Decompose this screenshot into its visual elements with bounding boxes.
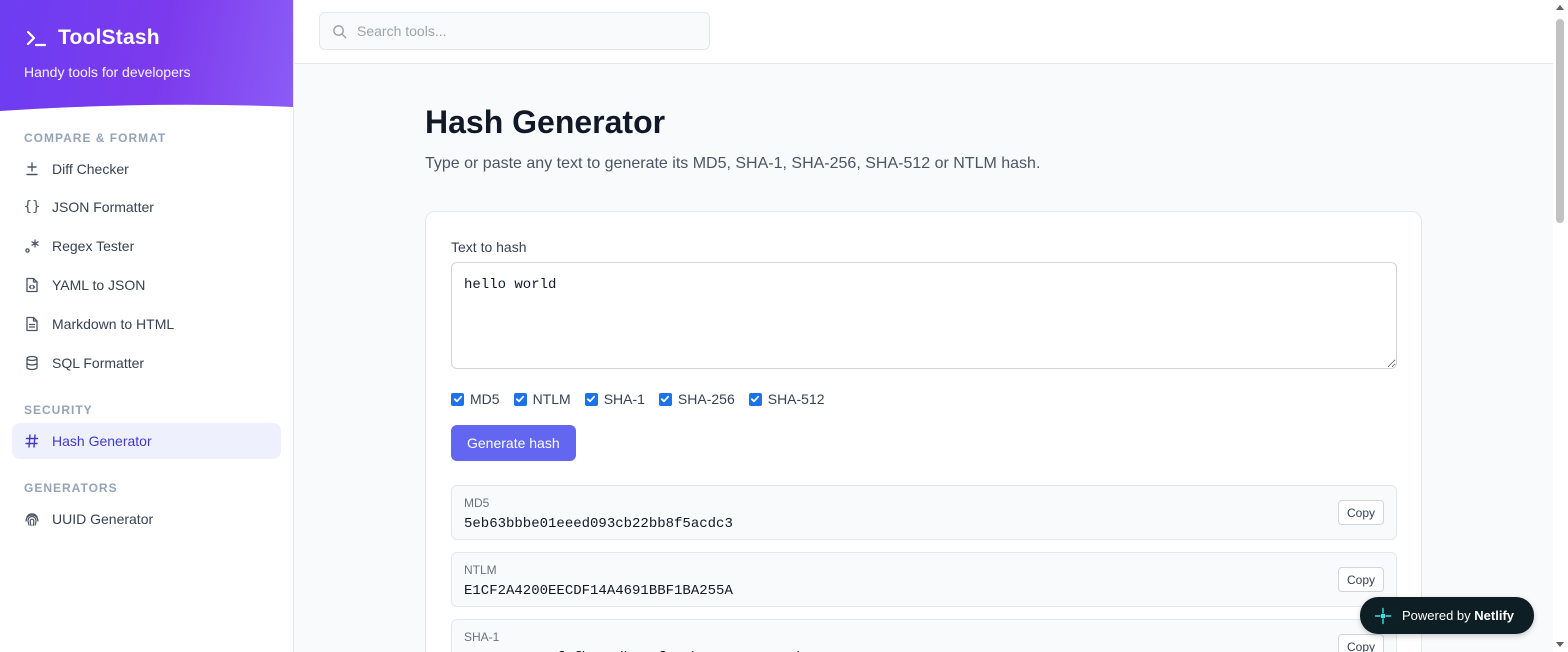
- braces-icon: {}: [23, 199, 41, 215]
- sidebar-item-json-formatter[interactable]: {} JSON Formatter: [12, 189, 281, 225]
- copy-button[interactable]: Copy: [1337, 567, 1384, 592]
- copy-button[interactable]: Copy: [1337, 634, 1384, 652]
- hash-result-ntlm: NTLM E1CF2A4200EECDF14A4691BBF1BA255A Co…: [451, 552, 1397, 607]
- main-content: Hash Generator Type or paste any text to…: [425, 64, 1425, 652]
- sidebar-item-label: Diff Checker: [52, 161, 129, 177]
- badge-text: Powered by Netlify: [1402, 608, 1514, 623]
- checkbox-checked-icon[interactable]: [658, 392, 672, 406]
- hash-result-sha1: SHA-1 2aae6c35c94fcfb415dbe95f408b9ce91e…: [451, 619, 1397, 652]
- checkbox-md5[interactable]: MD5: [451, 391, 500, 407]
- hash-icon: [24, 433, 40, 449]
- sidebar-item-label: YAML to JSON: [52, 277, 146, 293]
- database-icon: [24, 355, 40, 371]
- file-code-icon: [24, 277, 40, 293]
- brand-title[interactable]: ToolStash: [24, 26, 269, 50]
- sidebar-item-label: JSON Formatter: [52, 199, 154, 215]
- brand-subtitle: Handy tools for developers: [24, 64, 191, 80]
- checkbox-label: SHA-1: [603, 391, 645, 407]
- algorithm-options: MD5 NTLM SHA-1 SHA-256 SHA-512: [451, 391, 1396, 407]
- checkbox-checked-icon[interactable]: [451, 392, 464, 406]
- hash-results: MD5 5eb63bbbe01eeed093cb22bb8f5acdc3 Cop…: [451, 485, 1397, 652]
- sidebar-item-label: Hash Generator: [52, 433, 152, 449]
- checkbox-label: NTLM: [532, 391, 571, 407]
- brand-wave-decoration: [0, 104, 293, 114]
- checkbox-label: MD5: [470, 391, 500, 407]
- checkbox-sha512[interactable]: SHA-512: [748, 391, 825, 407]
- netlify-logo-icon: [1374, 607, 1392, 624]
- hash-algorithm-label: SHA-1: [464, 630, 500, 644]
- sidebar-item-sql-formatter[interactable]: SQL Formatter: [12, 345, 281, 381]
- search-input[interactable]: [357, 23, 687, 39]
- search-icon: [333, 24, 347, 38]
- sidebar-item-regex-tester[interactable]: Regex Tester: [12, 228, 281, 264]
- page-title: Hash Generator: [425, 104, 666, 140]
- checkbox-label: SHA-256: [677, 391, 735, 407]
- checkbox-sha256[interactable]: SHA-256: [658, 391, 735, 407]
- netlify-badge[interactable]: Powered by Netlify: [1360, 597, 1534, 634]
- sidebar-item-hash-generator[interactable]: Hash Generator: [12, 423, 281, 459]
- badge-prefix: Powered by: [1402, 608, 1471, 623]
- hash-algorithm-label: MD5: [464, 496, 490, 510]
- hash-algorithm-label: NTLM: [464, 563, 497, 577]
- fingerprint-icon: [24, 511, 40, 527]
- hash-card: Text to hash hello world MD5 NTLM SHA-1 …: [425, 211, 1422, 652]
- hash-result-md5: MD5 5eb63bbbe01eeed093cb22bb8f5acdc3 Cop…: [451, 485, 1397, 540]
- checkbox-checked-icon[interactable]: [513, 392, 527, 406]
- regex-icon: [24, 238, 40, 254]
- copy-button[interactable]: Copy: [1337, 500, 1384, 525]
- sidebar-item-label: Regex Tester: [52, 238, 135, 254]
- checkbox-ntlm[interactable]: NTLM: [513, 391, 571, 407]
- sidebar-item-label: Markdown to HTML: [52, 316, 175, 332]
- checkbox-sha1[interactable]: SHA-1: [584, 391, 645, 407]
- sidebar-item-label: SQL Formatter: [52, 355, 145, 371]
- text-to-hash-input[interactable]: hello world: [451, 262, 1397, 369]
- hash-value: 5eb63bbbe01eeed093cb22bb8f5acdc3: [464, 516, 733, 532]
- badge-brand-name: Netlify: [1474, 608, 1515, 623]
- nav-section-title: GENERATORS: [24, 481, 118, 495]
- scroll-down-arrow-icon[interactable]: [1556, 642, 1564, 647]
- nav-section-title: SECURITY: [24, 403, 93, 417]
- sidebar-item-yaml-to-json[interactable]: YAML to JSON: [12, 267, 281, 303]
- brand-name: ToolStash: [58, 26, 160, 49]
- sidebar: ToolStash Handy tools for developers COM…: [0, 0, 294, 652]
- checkbox-checked-icon[interactable]: [584, 392, 598, 406]
- scrollbar-thumb[interactable]: [1556, 19, 1564, 223]
- file-text-icon: [24, 316, 40, 332]
- scroll-up-arrow-icon[interactable]: [1556, 5, 1564, 10]
- sidebar-item-label: UUID Generator: [52, 511, 154, 527]
- input-label: Text to hash: [451, 239, 527, 255]
- page-description: Type or paste any text to generate its M…: [425, 155, 1041, 172]
- terminal-icon: [26, 30, 47, 47]
- plus-minus-icon: [24, 161, 40, 177]
- top-bar: [295, 0, 1553, 64]
- nav-section-title: COMPARE & FORMAT: [24, 131, 167, 145]
- generate-hash-button[interactable]: Generate hash: [451, 425, 576, 461]
- sidebar-item-uuid-generator[interactable]: UUID Generator: [12, 501, 281, 537]
- sidebar-item-diff-checker[interactable]: Diff Checker: [12, 151, 281, 187]
- brand-header: ToolStash Handy tools for developers: [0, 0, 293, 114]
- page-scrollbar[interactable]: [1553, 0, 1568, 652]
- hash-value: E1CF2A4200EECDF14A4691BBF1BA255A: [464, 583, 733, 599]
- checkbox-label: SHA-512: [767, 391, 825, 407]
- search-box[interactable]: [319, 12, 710, 50]
- checkbox-checked-icon[interactable]: [748, 392, 762, 406]
- sidebar-item-markdown-to-html[interactable]: Markdown to HTML: [12, 306, 281, 342]
